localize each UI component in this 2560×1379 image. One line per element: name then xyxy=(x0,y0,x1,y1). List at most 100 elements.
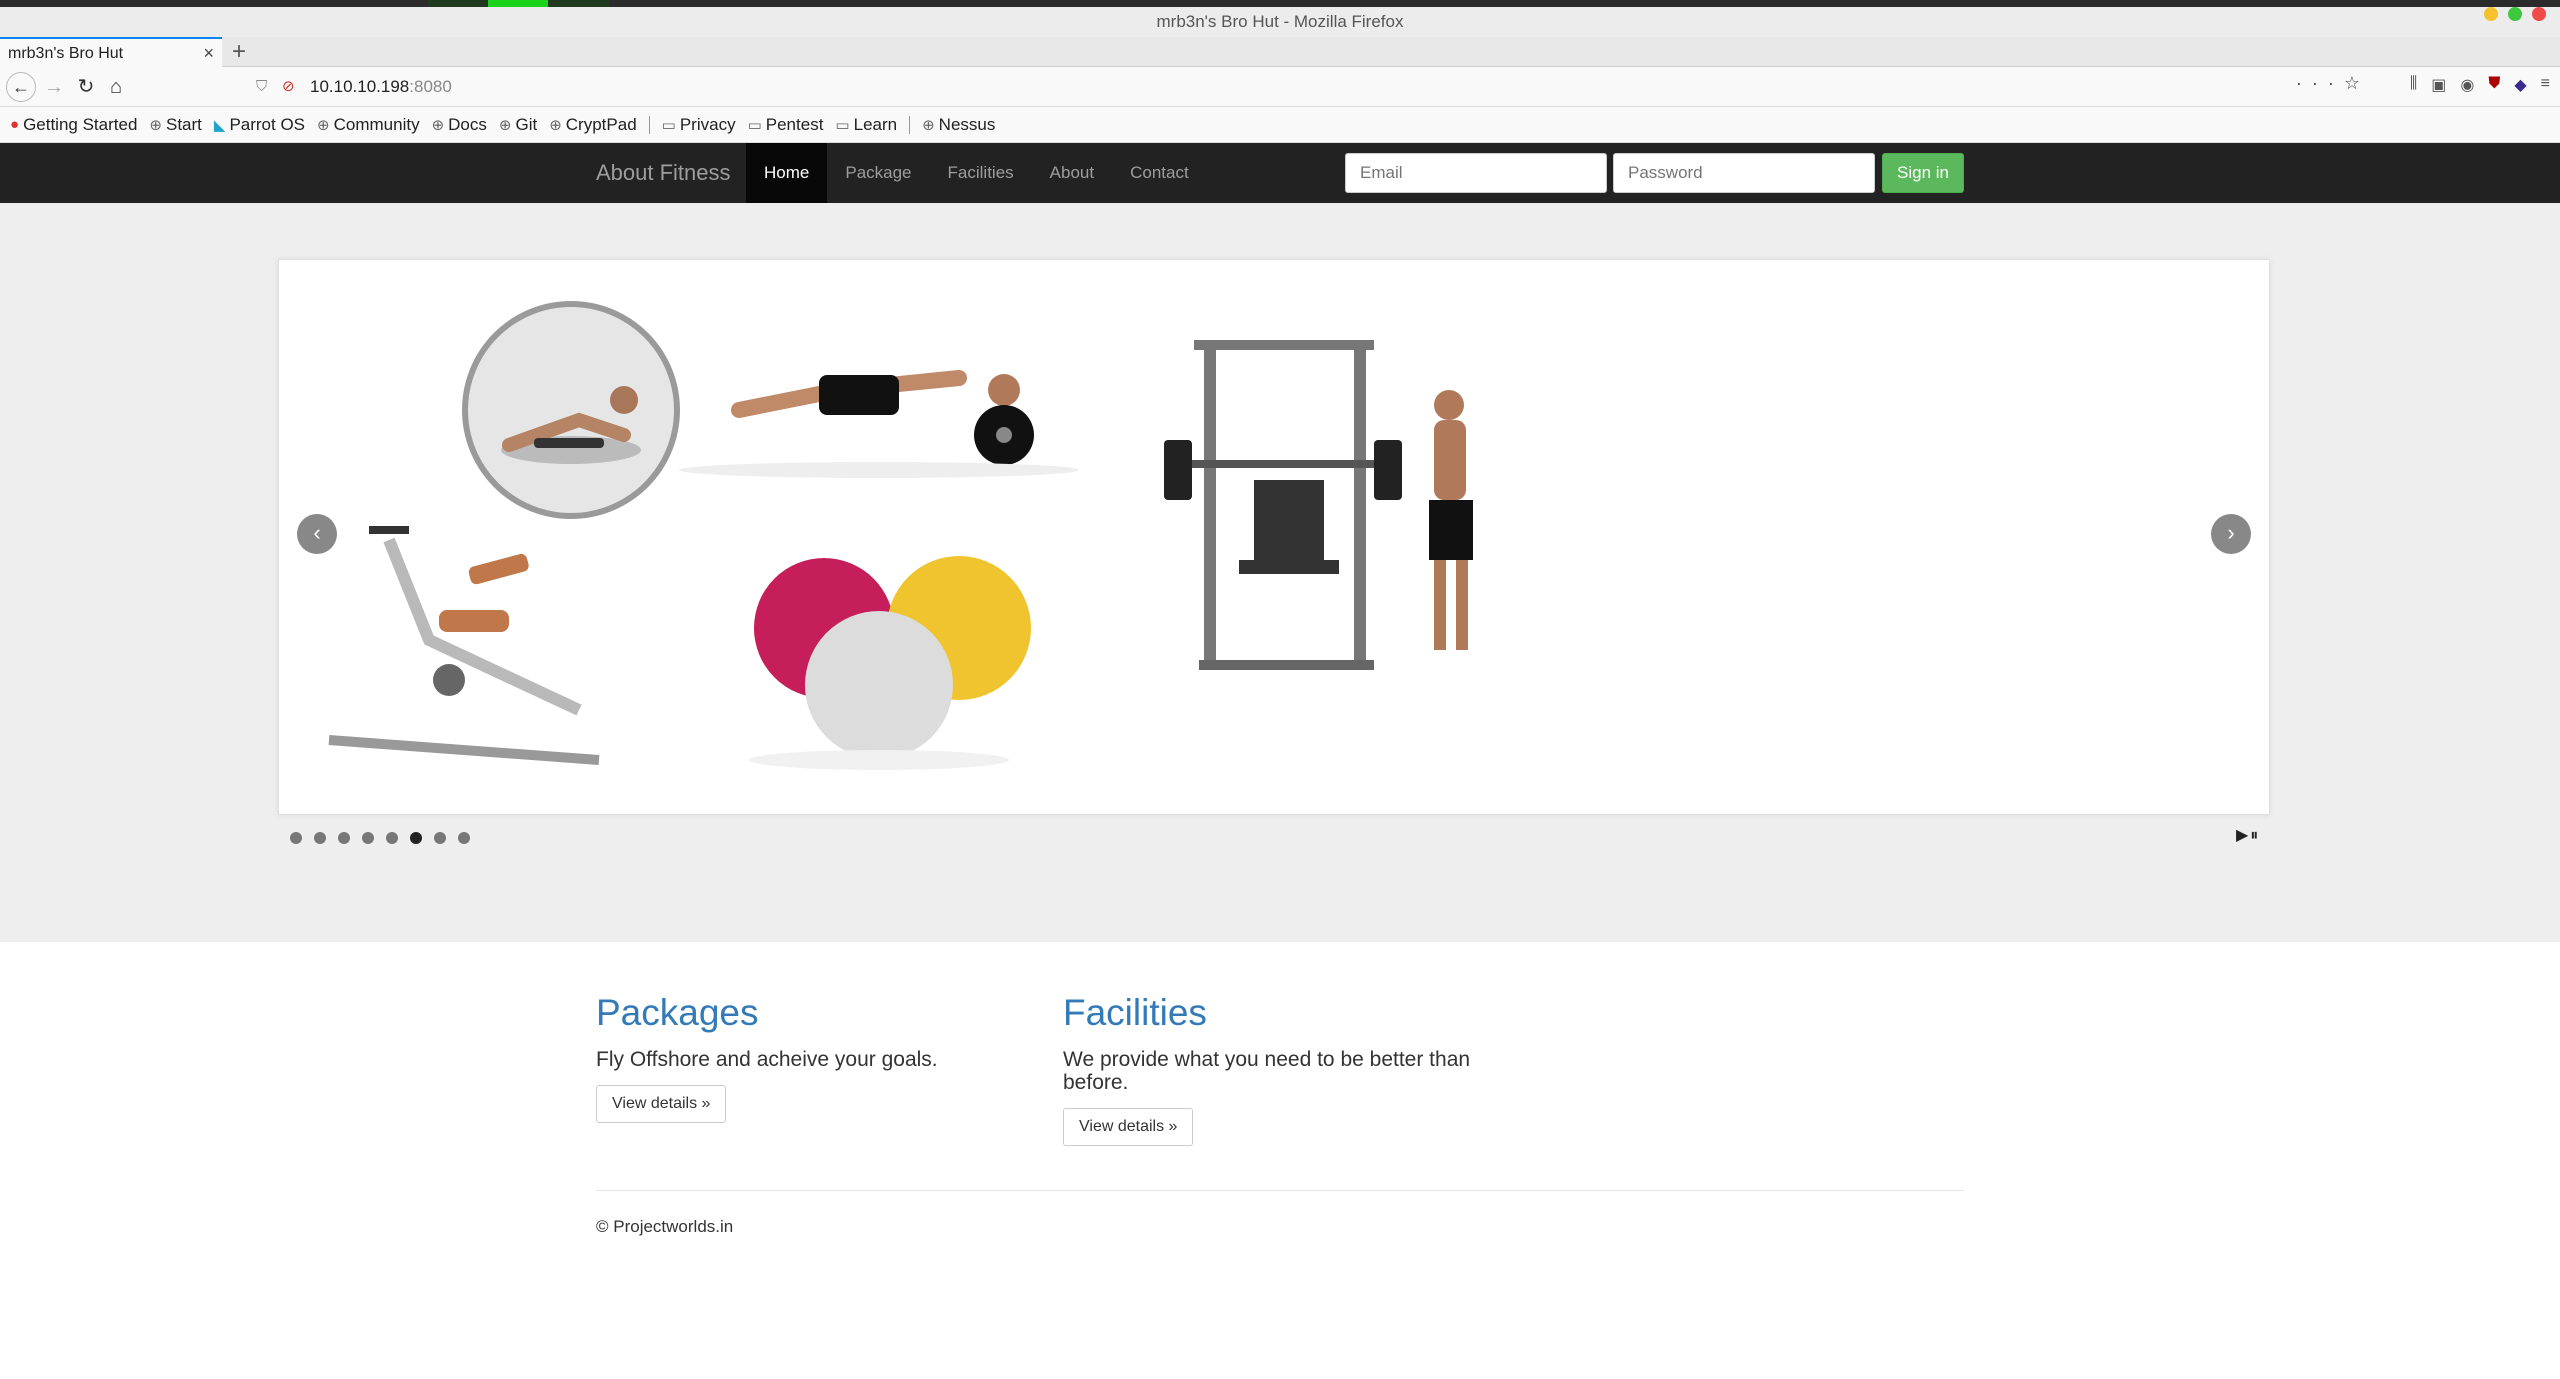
home-button[interactable]: ⌂ xyxy=(102,73,130,101)
bookmark-label: Pentest xyxy=(765,114,824,134)
bookmarks-toolbar: ● Getting Started ⊕ Start ◣ Parrot OS ⊕ Comm… xyxy=(0,107,2560,143)
slider-dot[interactable] xyxy=(458,832,470,844)
menu-about[interactable]: About xyxy=(1032,143,1112,203)
facilities-heading: Facilities xyxy=(1063,992,1207,1033)
packages-view-details-button[interactable]: View details » xyxy=(596,1085,727,1123)
slider-dot[interactable] xyxy=(410,832,422,844)
sign-in-button[interactable]: Sign in xyxy=(1882,153,1964,193)
minimize-button[interactable] xyxy=(2484,7,2498,21)
bookmark-pentest[interactable]: ▭ Pentest xyxy=(748,115,824,135)
window-title: mrb3n's Bro Hut - Mozilla Firefox xyxy=(1156,12,1404,31)
bookmark-nessus[interactable]: ⊕ Nessus xyxy=(922,115,995,135)
maximize-button[interactable] xyxy=(2508,7,2522,21)
globe-icon: ⊕ xyxy=(317,116,330,134)
back-button[interactable]: ← xyxy=(6,72,36,102)
account-icon[interactable]: ◉ xyxy=(2460,75,2474,95)
bookmark-label: Getting Started xyxy=(23,114,138,134)
slider-dot[interactable] xyxy=(362,832,374,844)
slider-next-button[interactable]: › xyxy=(2211,514,2251,554)
site-menu: Home Package Facilities About Contact xyxy=(746,143,1207,203)
facilities-column: Facilities We provide what you need to b… xyxy=(1063,992,1493,1146)
bookmark-label: Learn xyxy=(853,114,898,134)
library-icon[interactable]: ⫼ xyxy=(2410,75,2417,95)
parrot-icon: ◣ xyxy=(213,116,226,134)
shield-icon[interactable]: ⛉ xyxy=(256,73,267,101)
page-actions: ···☆ xyxy=(2296,73,2370,94)
slider-dot[interactable] xyxy=(314,832,326,844)
slider-dot[interactable] xyxy=(338,832,350,844)
slider-play-pause[interactable]: ▶⏸ xyxy=(2236,825,2260,845)
facilities-text: We provide what you need to be better th… xyxy=(1063,1048,1471,1094)
slider-dot[interactable] xyxy=(386,832,398,844)
globe-icon: ⊕ xyxy=(431,116,445,134)
menu-package[interactable]: Package xyxy=(827,143,929,203)
bookmark-star-icon[interactable]: ☆ xyxy=(2344,73,2370,93)
toolbar-icons: ⫼ ▣ ◉ ⛊ ◆ ≡ xyxy=(2410,75,2550,95)
bookmark-parrot-os[interactable]: ◣ Parrot OS xyxy=(214,115,305,135)
bookmark-separator xyxy=(648,115,650,134)
close-window-button[interactable] xyxy=(2532,7,2546,21)
facilities-view-details-button[interactable]: View details » xyxy=(1063,1108,1194,1146)
folder-icon: ▭ xyxy=(661,116,676,134)
firefox-icon: ● xyxy=(10,116,20,133)
bookmark-separator xyxy=(909,115,911,134)
url-text[interactable]: 10.10.10.198:8080 xyxy=(310,73,452,101)
bookmark-label: Start xyxy=(165,114,202,134)
url-bar[interactable]: ⛉ ⊘ 10.10.10.198:8080 xyxy=(250,73,2330,101)
ublock-icon[interactable]: ⛊ xyxy=(2488,75,2500,95)
globe-icon: ⊕ xyxy=(549,116,562,134)
web-page: About Fitness Home Package Facilities Ab… xyxy=(0,143,2560,1379)
bookmark-docs[interactable]: ⊕ Docs xyxy=(432,115,487,135)
bookmark-label: Parrot OS xyxy=(229,114,306,134)
forward-button[interactable]: → xyxy=(40,73,68,101)
menu-facilities[interactable]: Facilities xyxy=(930,143,1032,203)
email-field[interactable] xyxy=(1345,153,1607,193)
folder-icon: ▭ xyxy=(835,116,850,134)
slider-dot[interactable] xyxy=(290,832,302,844)
menu-contact[interactable]: Contact xyxy=(1112,143,1207,203)
bookmark-privacy[interactable]: ▭ Privacy xyxy=(662,115,736,135)
image-slider: ‹ › xyxy=(278,259,2270,815)
globe-icon: ⊕ xyxy=(498,116,512,134)
bookmark-label: Community xyxy=(333,114,420,134)
insecure-lock-icon[interactable]: ⊘ xyxy=(282,73,295,101)
white-ball xyxy=(805,611,953,759)
page-actions-menu-icon[interactable]: ··· xyxy=(2296,73,2344,93)
slider-prev-button[interactable]: ‹ xyxy=(297,514,337,554)
sidebar-icon[interactable]: ▣ xyxy=(2431,75,2446,95)
bookmark-label: Docs xyxy=(448,114,487,134)
extension-icon[interactable]: ◆ xyxy=(2514,75,2526,95)
menu-home[interactable]: Home xyxy=(746,143,828,203)
menu-icon[interactable]: ≡ xyxy=(2541,75,2550,95)
system-monitor-graph xyxy=(488,0,548,7)
bookmark-community[interactable]: ⊕ Community xyxy=(317,115,420,135)
bookmark-git[interactable]: ⊕ Git xyxy=(499,115,537,135)
url-host: 10.10.10.198 xyxy=(310,77,410,96)
new-tab-button[interactable]: + xyxy=(232,38,246,66)
footer-divider xyxy=(596,1190,1964,1191)
password-field[interactable] xyxy=(1613,153,1875,193)
close-tab-icon[interactable]: × xyxy=(203,43,214,64)
bookmark-label: Nessus xyxy=(938,114,996,134)
browser-tab[interactable]: mrb3n's Bro Hut × xyxy=(0,37,222,67)
reload-button[interactable]: ↻ xyxy=(72,73,100,101)
folder-icon: ▭ xyxy=(747,116,762,134)
bookmark-cryptpad[interactable]: ⊕ CryptPad xyxy=(549,115,636,135)
url-port: :8080 xyxy=(409,77,452,96)
globe-icon: ⊕ xyxy=(922,116,935,134)
slider-dot[interactable] xyxy=(434,832,446,844)
window-controls xyxy=(2484,7,2546,21)
site-brand[interactable]: About Fitness xyxy=(596,143,731,203)
exercise-bike xyxy=(328,526,600,765)
tab-title: mrb3n's Bro Hut xyxy=(8,45,124,62)
bookmark-label: Privacy xyxy=(679,114,736,134)
footer-copyright: © Projectworlds.in xyxy=(596,1217,734,1236)
bookmark-start[interactable]: ⊕ Start xyxy=(149,115,201,135)
browser-toolbar: ← → ↻ ⌂ ⛉ ⊘ 10.10.10.198:8080 ···☆ ⫼ ▣ ◉… xyxy=(0,67,2560,107)
bookmark-getting-started[interactable]: ● Getting Started xyxy=(10,115,137,135)
bookmark-label: CryptPad xyxy=(565,114,637,134)
bookmark-label: Git xyxy=(515,114,538,134)
globe-icon: ⊕ xyxy=(149,116,162,134)
bookmark-learn[interactable]: ▭ Learn xyxy=(835,115,897,135)
content-section: Packages Fly Offshore and acheive your g… xyxy=(0,942,2560,1379)
